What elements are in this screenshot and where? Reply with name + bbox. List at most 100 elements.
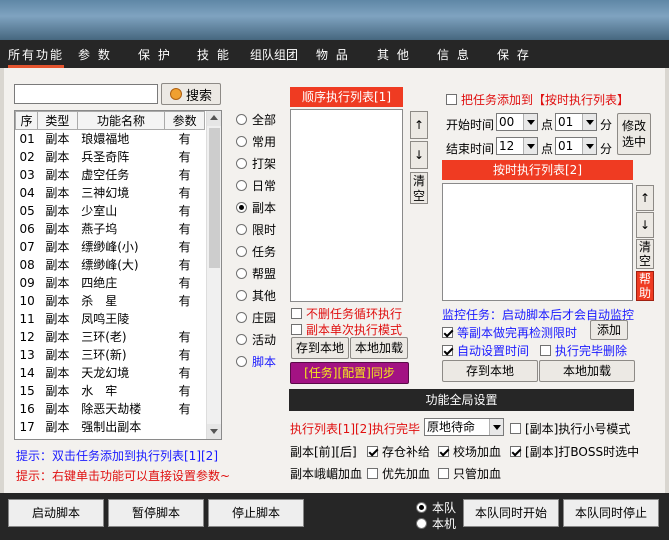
modify-selected-button[interactable]: 修改选中 — [617, 113, 651, 155]
category-radio[interactable]: 日常 — [236, 177, 276, 194]
category-radio[interactable]: 任务 — [236, 243, 276, 260]
row-param: 有 — [178, 204, 191, 218]
team-start-button[interactable]: 本队同时开始 — [463, 499, 559, 527]
end-minute-select[interactable]: 01 — [555, 137, 597, 155]
search-input[interactable] — [14, 84, 158, 104]
opt-single-mode[interactable]: 副本单次执行模式 — [291, 321, 402, 338]
category-radio[interactable]: 脚本 — [236, 353, 276, 370]
table-row[interactable]: 06 副本 燕子坞 有 — [16, 220, 205, 238]
start-time-label: 开始时间 — [446, 118, 495, 132]
team-stop-button[interactable]: 本队同时停止 — [563, 499, 659, 527]
category-radio[interactable]: 常用 — [236, 133, 276, 150]
table-row[interactable]: 04 副本 三神幻境 有 — [16, 184, 205, 202]
exec-done-select[interactable]: 原地待命 — [424, 418, 504, 436]
row-name: 天龙幻境 — [81, 366, 130, 380]
tab-team[interactable]: 组队组团 — [250, 46, 298, 63]
seq-save-button[interactable]: 存到本地 — [291, 337, 349, 359]
table-row[interactable]: 01 副本 琅嬛福地 有 — [16, 130, 205, 148]
category-radio[interactable]: 打架 — [236, 155, 276, 172]
row-type: 副本 — [45, 294, 70, 308]
table-row[interactable]: 07 副本 缥缈峰(小) 有 — [16, 238, 205, 256]
table-row[interactable]: 14 副本 天龙幻境 有 — [16, 364, 205, 382]
category-radio[interactable]: 全部 — [236, 111, 276, 128]
add-button[interactable]: 添加 — [590, 320, 628, 340]
help-button[interactable]: 帮助 — [636, 271, 654, 301]
row-param: 有 — [178, 294, 191, 308]
category-radio[interactable]: 限时 — [236, 221, 276, 238]
end-time-label: 结束时间 — [446, 142, 495, 156]
small-mode-checkbox[interactable]: [副本]执行小号模式 — [510, 420, 630, 437]
table-row[interactable]: 05 副本 少室山 有 — [16, 202, 205, 220]
row-param: 有 — [178, 168, 191, 182]
tab-skills[interactable]: 技 能 — [197, 46, 231, 63]
timed-clear-button[interactable]: 清空 — [636, 239, 654, 269]
category-label: 帮盟 — [252, 267, 277, 281]
seq-up-button[interactable]: ↑ — [410, 111, 428, 139]
timed-down-button[interactable]: ↓ — [636, 212, 654, 238]
category-radio[interactable]: 庄园 — [236, 309, 276, 326]
seq-down-button[interactable]: ↓ — [410, 141, 428, 169]
sync-button[interactable]: [任务][配置]同步 — [290, 362, 409, 384]
school-add-checkbox[interactable]: 校场加血 — [438, 443, 501, 460]
pause-script-button[interactable]: 暂停脚本 — [108, 499, 204, 527]
wait-check-checkbox[interactable]: 等副本做完再检测限时 — [442, 324, 577, 341]
team-radio[interactable]: 本队 — [416, 499, 456, 516]
table-row[interactable]: 02 副本 兵圣奇阵 有 — [16, 148, 205, 166]
priority-heal-checkbox[interactable]: 优先加血 — [367, 465, 430, 482]
row-type: 副本 — [45, 420, 70, 434]
tab-protect[interactable]: 保 护 — [138, 46, 172, 63]
tab-items[interactable]: 物 品 — [316, 46, 350, 63]
table-row[interactable]: 16 副本 除恶天劫楼 有 — [16, 400, 205, 418]
scroll-down-icon[interactable] — [207, 424, 221, 439]
opt-no-delete-loop[interactable]: 不删任务循环执行 — [291, 305, 402, 322]
tab-save[interactable]: 保 存 — [497, 46, 531, 63]
table-scrollbar[interactable] — [206, 111, 221, 439]
category-label: 全部 — [252, 113, 277, 127]
table-row[interactable]: 15 副本水 牢 有 — [16, 382, 205, 400]
start-script-button[interactable]: 启动脚本 — [8, 499, 104, 527]
table-row[interactable]: 17 副本 强制出副本 — [16, 418, 205, 436]
timed-list[interactable] — [442, 183, 633, 301]
tab-other[interactable]: 其 他 — [377, 46, 411, 63]
col-type[interactable]: 类型 — [36, 111, 78, 130]
end-hour-select[interactable]: 12 — [496, 137, 538, 155]
start-minute-select[interactable]: 01 — [555, 113, 597, 131]
table-row[interactable]: 09 副本 四绝庄 有 — [16, 274, 205, 292]
tab-all-functions[interactable]: 所有功能 — [8, 46, 65, 68]
scroll-up-icon[interactable] — [207, 111, 221, 126]
table-row[interactable]: 12 副本 三环(老) 有 — [16, 328, 205, 346]
restock-checkbox[interactable]: 存仓补给 — [367, 443, 430, 460]
timed-up-button[interactable]: ↑ — [636, 185, 654, 211]
scroll-thumb[interactable] — [209, 128, 220, 268]
chevron-down-icon — [582, 138, 596, 154]
col-param[interactable]: 参数 — [164, 111, 205, 130]
category-radio[interactable]: 帮盟 — [236, 265, 276, 282]
add-to-timed-checkbox[interactable]: 把任务添加到【按时执行列表】 — [446, 91, 629, 108]
table-row[interactable]: 10 副本杀 星 有 — [16, 292, 205, 310]
category-radio[interactable]: 副本 — [236, 199, 276, 216]
machine-radio[interactable]: 本机 — [416, 515, 456, 532]
stop-script-button[interactable]: 停止脚本 — [208, 499, 304, 527]
boss-select-checkbox[interactable]: [副本]打BOSS时选中 — [510, 443, 639, 460]
seq-list[interactable] — [290, 109, 403, 302]
table-row[interactable]: 13 副本 三环(新) 有 — [16, 346, 205, 364]
category-radio[interactable]: 活动 — [236, 331, 276, 348]
seq-load-button[interactable]: 本地加载 — [350, 337, 408, 359]
table-row[interactable]: 11 副本 凤鸣王陵 — [16, 310, 205, 328]
col-index[interactable]: 序 — [15, 111, 38, 130]
only-heal-checkbox[interactable]: 只管加血 — [438, 465, 501, 482]
table-row[interactable]: 03 副本 虚空任务 有 — [16, 166, 205, 184]
table-row[interactable]: 08 副本 缥缈峰(大) 有 — [16, 256, 205, 274]
tab-params[interactable]: 参 数 — [78, 46, 112, 63]
category-radio[interactable]: 其他 — [236, 287, 276, 304]
delete-done-checkbox[interactable]: 执行完毕删除 — [540, 342, 627, 359]
timed-save-button[interactable]: 存到本地 — [442, 360, 538, 382]
search-button[interactable]: 搜索 — [161, 83, 221, 105]
start-hour-select[interactable]: 00 — [496, 113, 538, 131]
row-name: 四绝庄 — [81, 276, 118, 290]
col-name[interactable]: 功能名称 — [76, 111, 166, 130]
auto-time-checkbox[interactable]: 自动设置时间 — [442, 342, 529, 359]
tab-info[interactable]: 信 息 — [437, 46, 471, 63]
timed-load-button[interactable]: 本地加载 — [539, 360, 635, 382]
seq-clear-button[interactable]: 清空 — [410, 172, 428, 204]
